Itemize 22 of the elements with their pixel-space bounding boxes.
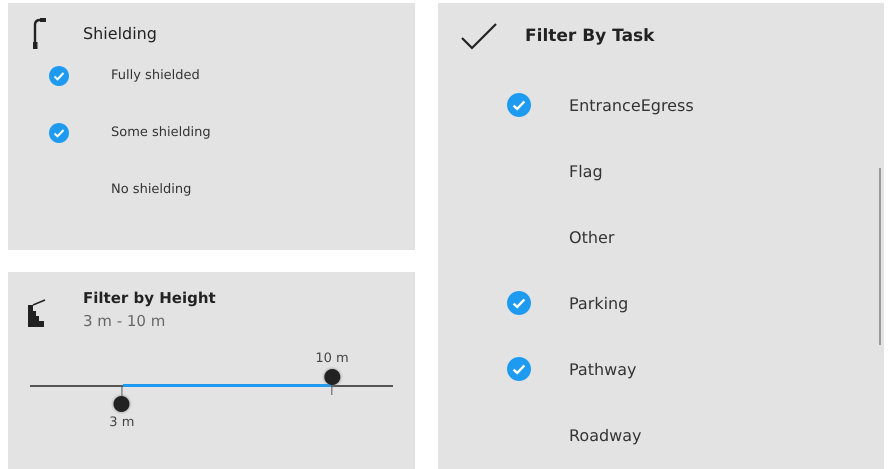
stairs-icon [28, 297, 46, 329]
option-label[interactable]: Other [569, 228, 614, 246]
slider-thumb[interactable] [324, 369, 340, 385]
panel-title: Filter By Task [525, 26, 654, 46]
option-label[interactable]: Flag [569, 162, 603, 180]
range-value: 3 m - 10 m [83, 312, 166, 330]
option-label[interactable]: EntranceEgress [569, 96, 694, 114]
option-label[interactable]: Roadway [569, 426, 642, 444]
thumb-label: 10 m [315, 351, 349, 366]
thumb-label: 3 m [109, 415, 134, 430]
panel-title: Filter by Height [83, 289, 216, 307]
street-lamp-icon [30, 17, 46, 49]
slider-thumb[interactable] [114, 396, 130, 412]
option-label[interactable]: No shielding [111, 182, 192, 197]
panel-title: Shielding [83, 24, 157, 42]
option-label[interactable]: Fully shielded [111, 68, 200, 83]
option-label[interactable]: Pathway [569, 360, 637, 378]
checkmark-icon [460, 22, 498, 50]
scrollbar[interactable] [879, 168, 881, 345]
range-slider[interactable]: 3 m 10 m [30, 334, 393, 434]
option-label[interactable]: Some shielding [111, 125, 211, 140]
option-label[interactable]: Parking [569, 294, 628, 312]
